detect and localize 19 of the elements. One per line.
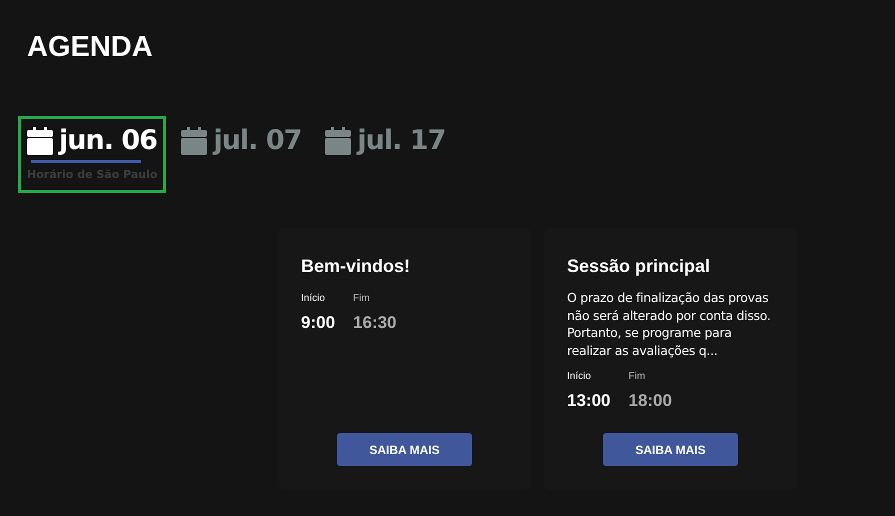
calendar-icon bbox=[181, 126, 208, 156]
start-label: Início bbox=[567, 370, 592, 384]
end-label: Fim bbox=[353, 292, 371, 306]
date-tab[interactable]: jul. 07 bbox=[172, 116, 310, 166]
end-time: 16:30 bbox=[353, 312, 397, 334]
calendar-icon bbox=[325, 126, 352, 156]
start-label: Início bbox=[301, 292, 326, 306]
session-description: O prazo de finalização das provas não será alterado por conta disso. Portanto, se programe para realizar as avaliações q... bbox=[567, 289, 772, 359]
calendar-icon bbox=[27, 126, 53, 156]
session-title: Sessão principal bbox=[567, 255, 712, 277]
page-title: AGENDA bbox=[27, 30, 153, 65]
session-title: Bem-vindos! bbox=[301, 255, 412, 277]
start-time: 9:00 bbox=[301, 312, 336, 334]
end-time: 18:00 bbox=[628, 390, 672, 412]
end-label: Fim bbox=[628, 370, 646, 384]
learn-more-button[interactable]: SAIBA MAIS bbox=[603, 433, 738, 466]
date-tab[interactable]: jul. 17 bbox=[316, 116, 454, 166]
start-time: 13:00 bbox=[567, 390, 610, 412]
learn-more-button[interactable]: SAIBA MAIS bbox=[337, 433, 472, 466]
